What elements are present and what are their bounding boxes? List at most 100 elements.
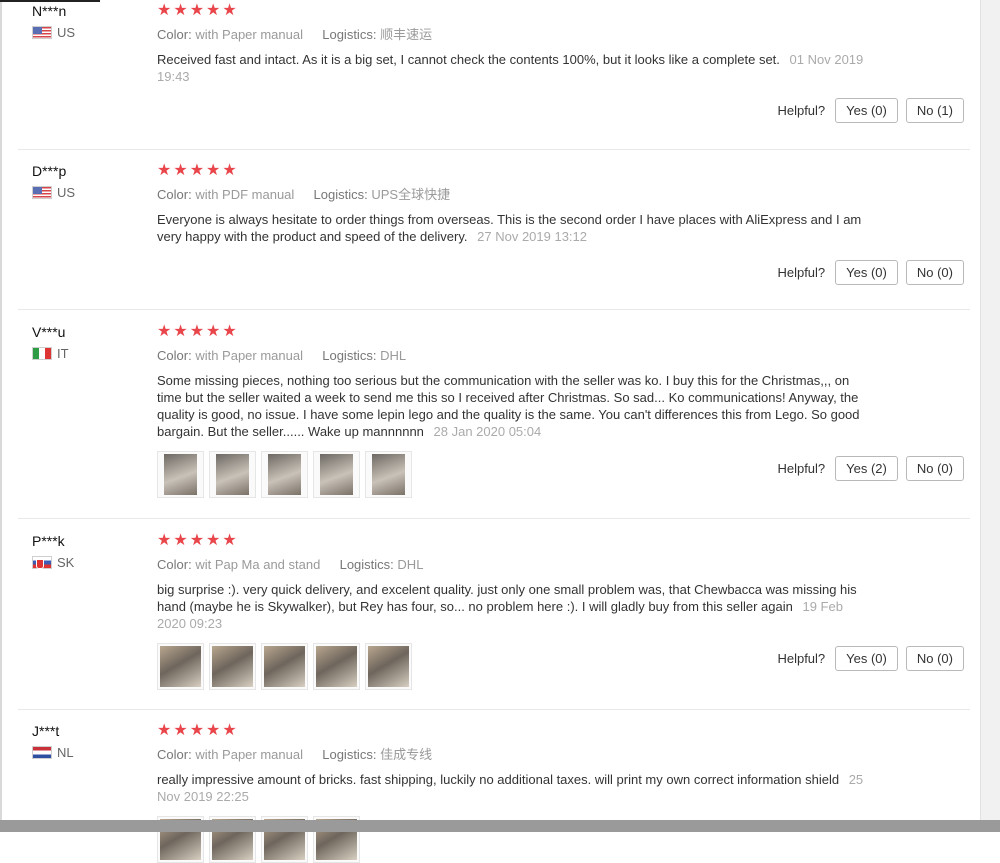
- reviewer-info: N***n US: [32, 2, 75, 40]
- review-content: really impressive amount of bricks. fast…: [157, 772, 840, 787]
- reviewer-country: US: [32, 185, 75, 200]
- star-icon: ★: [173, 162, 188, 179]
- review-item: J***t NL ★ ★ ★ ★ ★ Color: with Paper man…: [18, 722, 970, 863]
- helpful-yes-button[interactable]: Yes (0): [835, 98, 898, 123]
- review-text: big surprise :). very quick delivery, an…: [157, 581, 867, 632]
- review-photo-thumbnail[interactable]: [209, 643, 256, 690]
- review-text: Received fast and intact. As it is a big…: [157, 51, 867, 85]
- logistics-label: Logistics:: [322, 747, 377, 762]
- star-icon: ★: [173, 2, 188, 19]
- scrollbar-track[interactable]: [980, 0, 1000, 832]
- star-icon: ★: [222, 722, 237, 739]
- reviewer-country: IT: [32, 346, 69, 361]
- color-value: with Paper manual: [195, 747, 303, 762]
- logistics-label: Logistics:: [322, 27, 377, 42]
- logistics-value: 佳成专线: [380, 747, 433, 762]
- review-meta: Color: with Paper manual Logistics: 顺丰速运: [157, 26, 867, 44]
- logistics-label: Logistics:: [339, 557, 394, 572]
- star-icon: ★: [157, 722, 172, 739]
- reviewer-info: V***u IT: [32, 323, 69, 361]
- review-photo-thumbnail[interactable]: [157, 451, 204, 498]
- helpful-no-button[interactable]: No (1): [905, 98, 964, 123]
- helpful-label: Helpful?: [777, 103, 826, 118]
- helpful-label: Helpful?: [777, 265, 826, 280]
- review-meta: Color: wit Pap Ma and stand Logistics: D…: [157, 556, 867, 574]
- star-icon: ★: [189, 532, 205, 549]
- star-rating: ★ ★ ★ ★ ★: [157, 2, 867, 20]
- review-divider: [18, 518, 970, 519]
- logistics-value: DHL: [397, 557, 424, 572]
- reviewer-info: J***t NL: [32, 722, 74, 760]
- review-body: ★ ★ ★ ★ ★ Color: with Paper manual Logis…: [157, 323, 867, 498]
- star-icon: ★: [157, 532, 172, 549]
- color-label: Color:: [157, 348, 192, 363]
- bottom-scroll-edge: [0, 820, 1000, 832]
- review-body: ★ ★ ★ ★ ★ Color: wit Pap Ma and stand Lo…: [157, 532, 867, 690]
- review-meta: Color: with Paper manual Logistics: 佳成专线: [157, 746, 867, 764]
- star-icon: ★: [189, 2, 205, 19]
- review-divider: [18, 309, 970, 310]
- reviewer-info: P***k SK: [32, 532, 74, 570]
- review-date: 27 Nov 2019 13:12: [477, 229, 588, 244]
- country-code: SK: [57, 555, 75, 570]
- country-code: NL: [57, 745, 74, 760]
- color-label: Color:: [157, 187, 192, 202]
- star-icon: ★: [222, 162, 237, 179]
- nl-flag-icon: [32, 746, 52, 759]
- review-item: D***p US ★ ★ ★ ★ ★ Color: with PDF manua…: [18, 162, 970, 310]
- color-value: wit Pap Ma and stand: [195, 557, 321, 572]
- helpful-controls: Helpful? Yes (0) No (1): [777, 98, 964, 123]
- star-icon: ★: [173, 532, 188, 549]
- review-body: ★ ★ ★ ★ ★ Color: with PDF manual Logisti…: [157, 162, 867, 245]
- reviewer-name: J***t: [32, 723, 60, 739]
- star-icon: ★: [206, 722, 221, 739]
- review-photos: [157, 451, 867, 498]
- star-icon: ★: [206, 2, 221, 19]
- helpful-yes-button[interactable]: Yes (0): [835, 260, 898, 285]
- helpful-yes-button[interactable]: Yes (0): [835, 646, 898, 671]
- star-icon: ★: [206, 532, 221, 549]
- review-body: ★ ★ ★ ★ ★ Color: with Paper manual Logis…: [157, 2, 867, 85]
- star-icon: ★: [189, 323, 205, 340]
- review-divider: [18, 709, 970, 710]
- star-icon: ★: [157, 2, 172, 19]
- reviewer-name: V***u: [32, 324, 66, 340]
- review-photo-thumbnail[interactable]: [261, 451, 308, 498]
- review-photo-thumbnail[interactable]: [261, 643, 308, 690]
- review-body: ★ ★ ★ ★ ★ Color: with Paper manual Logis…: [157, 722, 867, 863]
- reviewer-name: D***p: [32, 163, 67, 179]
- star-icon: ★: [222, 323, 237, 340]
- star-rating: ★ ★ ★ ★ ★: [157, 532, 867, 550]
- review-photo-thumbnail[interactable]: [365, 451, 412, 498]
- logistics-value: 顺丰速运: [380, 27, 433, 42]
- helpful-yes-button[interactable]: Yes (2): [835, 456, 898, 481]
- reviewer-name: N***n: [32, 3, 67, 19]
- logistics-value: UPS全球快捷: [371, 187, 451, 202]
- review-meta: Color: with Paper manual Logistics: DHL: [157, 347, 867, 365]
- review-photo-thumbnail[interactable]: [313, 451, 360, 498]
- star-icon: ★: [189, 722, 205, 739]
- helpful-no-button[interactable]: No (0): [905, 260, 964, 285]
- review-photos: [157, 643, 867, 690]
- logistics-label: Logistics:: [313, 187, 368, 202]
- review-content: Received fast and intact. As it is a big…: [157, 52, 780, 67]
- review-photo-thumbnail[interactable]: [313, 643, 360, 690]
- review-photo-thumbnail[interactable]: [157, 643, 204, 690]
- review-text: Some missing pieces, nothing too serious…: [157, 372, 867, 440]
- review-content: big surprise :). very quick delivery, an…: [157, 582, 857, 614]
- review-date: 28 Jan 2020 05:04: [433, 424, 542, 439]
- helpful-label: Helpful?: [777, 651, 826, 666]
- country-code: US: [57, 25, 76, 40]
- star-icon: ★: [173, 722, 188, 739]
- star-rating: ★ ★ ★ ★ ★: [157, 162, 867, 180]
- review-photo-thumbnail[interactable]: [365, 643, 412, 690]
- country-code: IT: [57, 346, 69, 361]
- helpful-no-button[interactable]: No (0): [905, 646, 964, 671]
- helpful-no-button[interactable]: No (0): [905, 456, 964, 481]
- helpful-controls: Helpful? Yes (2) No (0): [777, 456, 964, 481]
- logistics-value: DHL: [380, 348, 407, 363]
- country-code: US: [57, 185, 76, 200]
- review-photo-thumbnail[interactable]: [209, 451, 256, 498]
- star-rating: ★ ★ ★ ★ ★: [157, 323, 867, 341]
- star-icon: ★: [222, 532, 237, 549]
